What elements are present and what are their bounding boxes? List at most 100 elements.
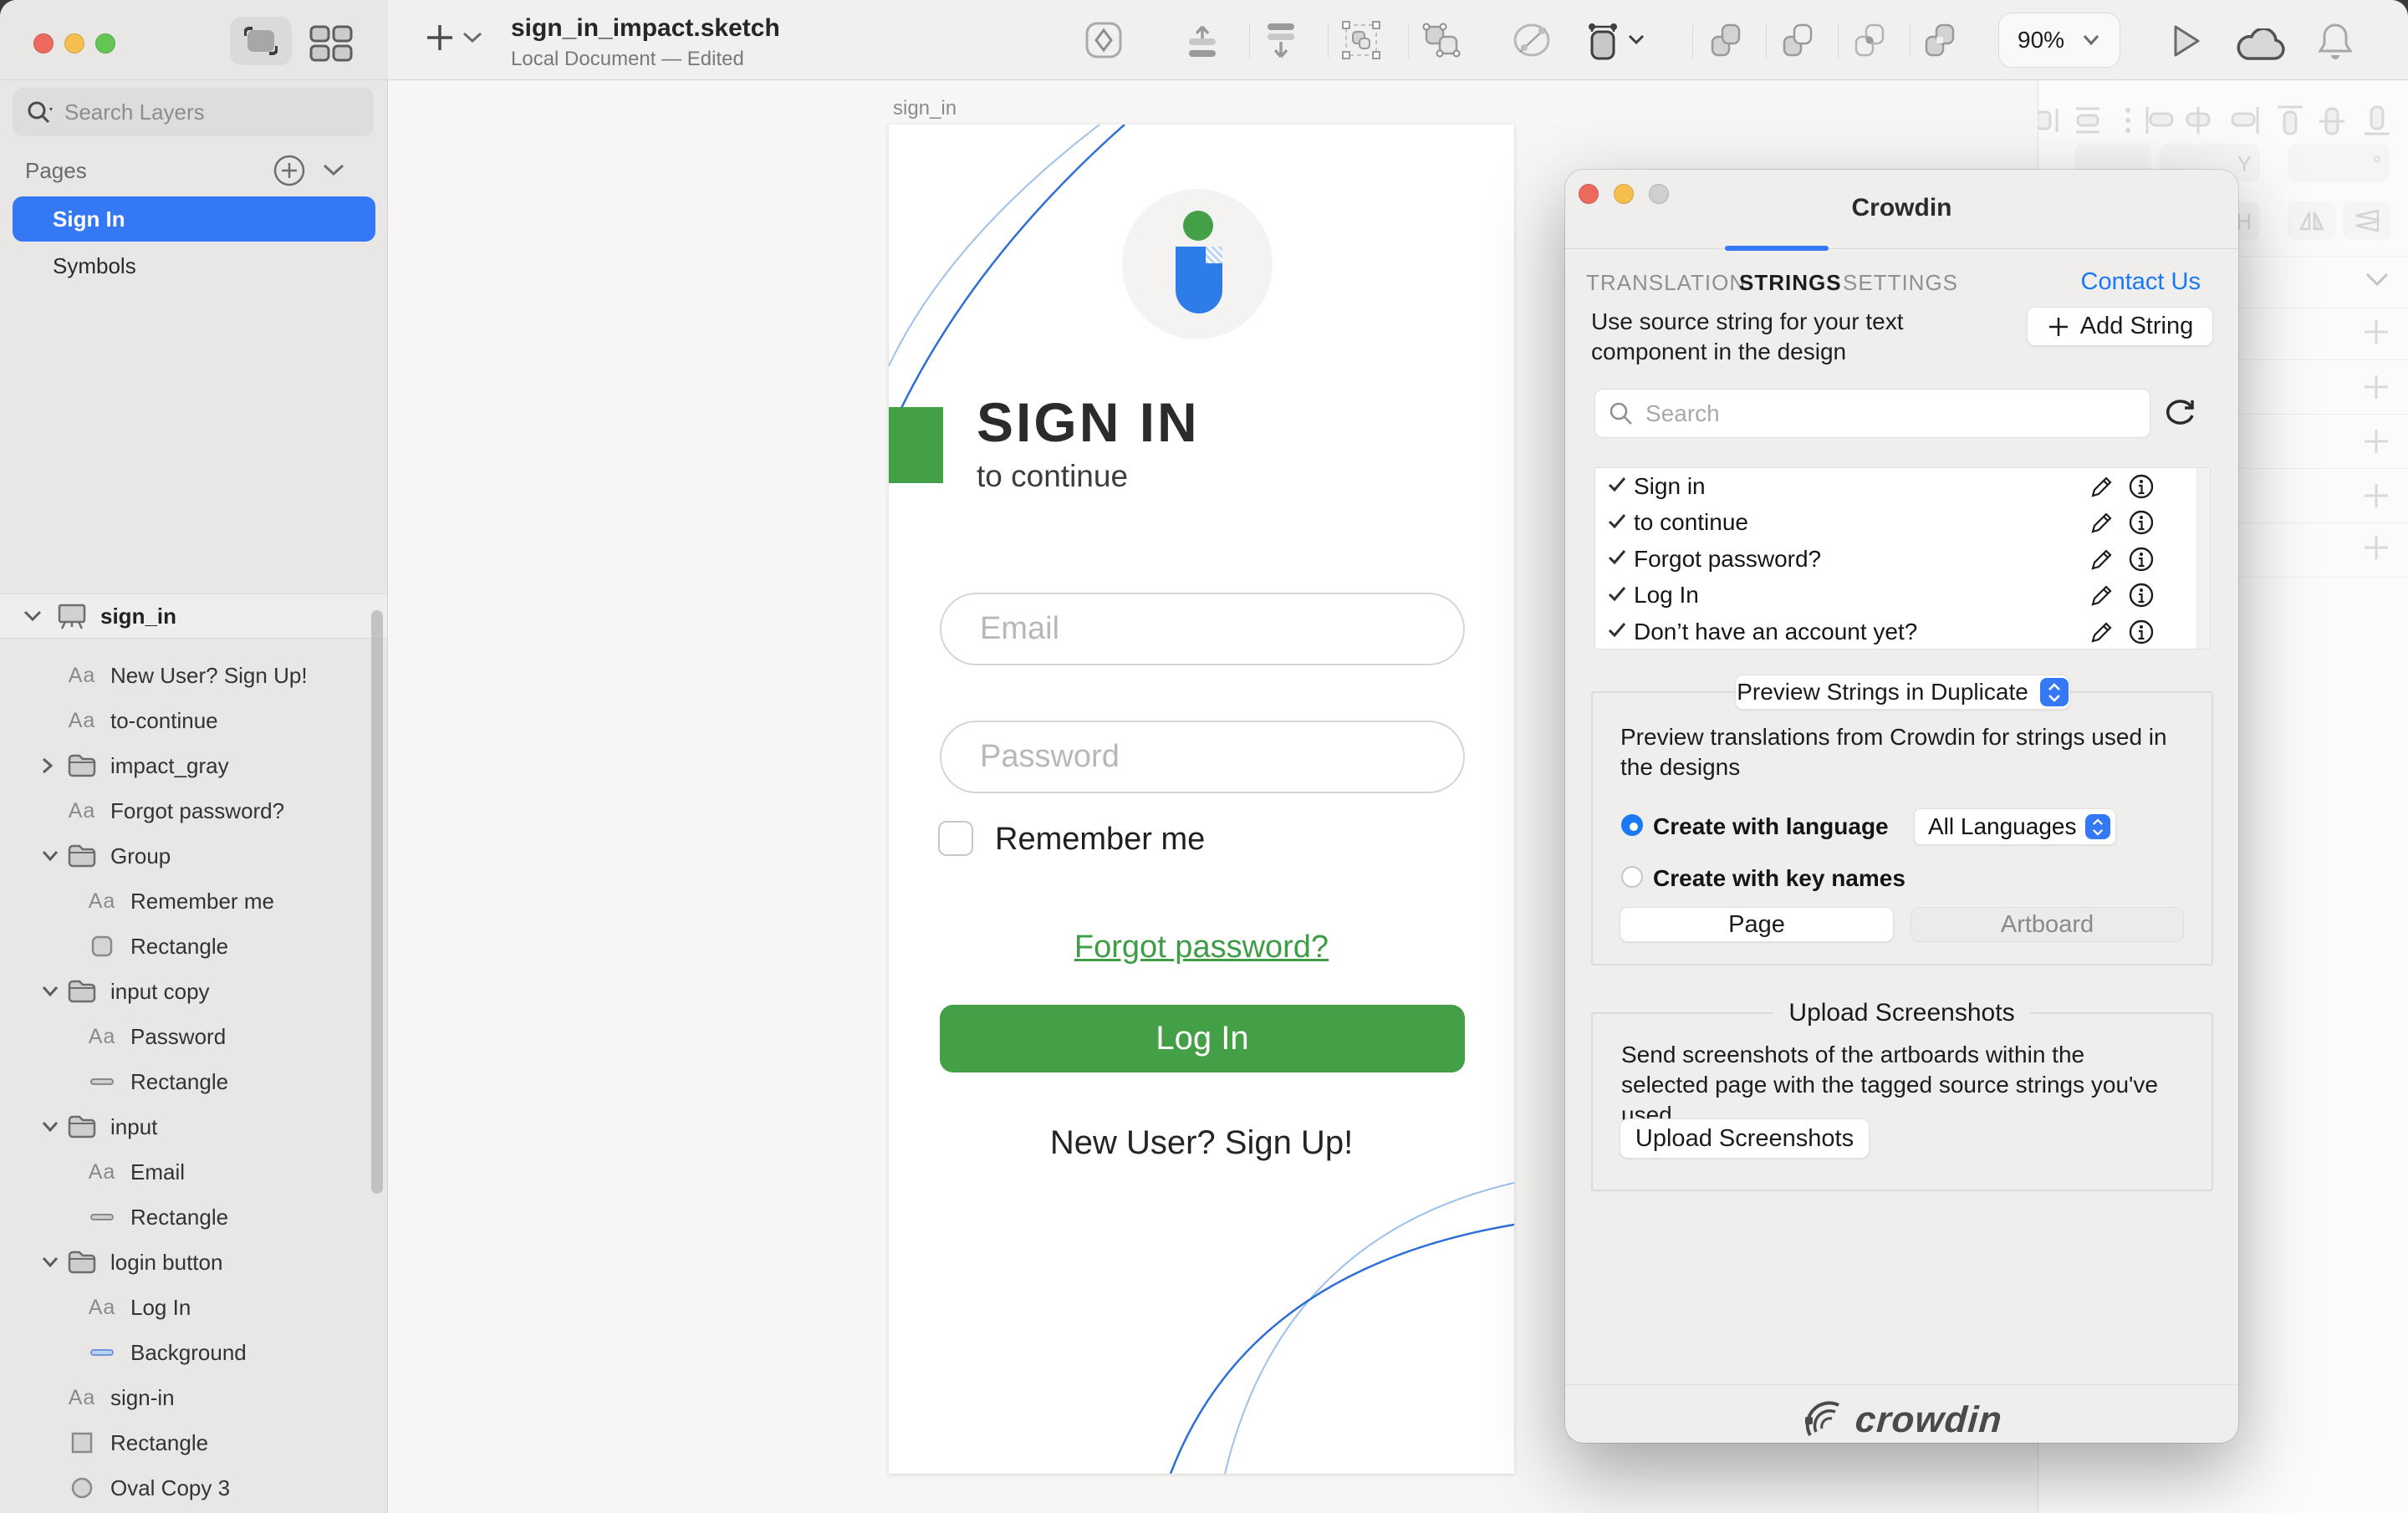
- layer-row[interactable]: AaForgot password?: [0, 788, 387, 833]
- layer-row[interactable]: AaEmail: [0, 1149, 387, 1195]
- edit-pencil-icon[interactable]: [2089, 619, 2115, 644]
- boolean-intersect-button[interactable]: [1849, 20, 1890, 60]
- artboard-root-row[interactable]: sign_in: [0, 593, 387, 639]
- close-button[interactable]: [33, 33, 54, 53]
- language-dropdown[interactable]: All Languages: [1914, 808, 2116, 845]
- boolean-difference-button[interactable]: [1920, 20, 1960, 60]
- layer-row[interactable]: Background: [0, 1330, 387, 1375]
- create-symbol-button[interactable]: [1084, 20, 1124, 60]
- send-backward-button[interactable]: [1261, 20, 1301, 60]
- sidebar-page-symbols[interactable]: Symbols: [13, 243, 375, 288]
- notifications-button[interactable]: [2318, 22, 2353, 62]
- minimize-button[interactable]: [64, 33, 84, 53]
- strings-search-field[interactable]: [1594, 389, 2150, 438]
- tab-translation[interactable]: TRANSLATION: [1586, 270, 1746, 296]
- alignment-toolbar[interactable]: [2038, 102, 2408, 139]
- layer-row[interactable]: login button: [0, 1240, 387, 1285]
- grid-view-button[interactable]: [309, 25, 353, 66]
- layer-row[interactable]: Rectangle: [0, 1420, 387, 1465]
- inspector-add-button[interactable]: [2361, 317, 2391, 347]
- edit-shape-button[interactable]: [1510, 20, 1553, 60]
- inspector-add-button[interactable]: [2361, 426, 2391, 456]
- group-button[interactable]: [1339, 20, 1383, 60]
- sidebar-scrollbar[interactable]: [371, 610, 383, 1194]
- cloud-sync-button[interactable]: [2234, 28, 2288, 62]
- heading-accent-block[interactable]: [889, 407, 943, 483]
- log-in-button[interactable]: Log In: [940, 1005, 1465, 1072]
- insert-button[interactable]: [422, 20, 457, 55]
- search-layers-input[interactable]: [63, 99, 339, 126]
- tab-strings[interactable]: STRINGS: [1739, 270, 1842, 296]
- layer-row[interactable]: AaLog In: [0, 1285, 387, 1330]
- flip-horizontal-button[interactable]: [2288, 201, 2336, 240]
- layer-row[interactable]: Oval Copy 3: [0, 1465, 387, 1510]
- inspector-add-button[interactable]: [2361, 481, 2391, 511]
- chevron-down-icon[interactable]: [22, 608, 43, 624]
- edit-pencil-icon[interactable]: [2089, 583, 2115, 608]
- layer-row[interactable]: input: [0, 1104, 387, 1149]
- boolean-subtract-button[interactable]: [1778, 20, 1818, 60]
- layer-row[interactable]: Rectangle: [0, 1059, 387, 1104]
- create-with-language-radio[interactable]: [1621, 814, 1643, 836]
- preview-button[interactable]: [2171, 23, 2202, 59]
- contact-us-link[interactable]: Contact Us: [2081, 268, 2201, 296]
- layer-row[interactable]: AaRemember me: [0, 879, 387, 924]
- section-collapse-chevron[interactable]: [2363, 271, 2391, 289]
- tab-settings[interactable]: SETTINGS: [1843, 270, 1958, 296]
- info-icon[interactable]: [2128, 582, 2155, 609]
- design-subheading[interactable]: to continue: [977, 459, 1128, 494]
- sidebar-page-sign-in[interactable]: Sign In: [13, 196, 375, 242]
- add-string-button[interactable]: Add String: [2027, 307, 2213, 346]
- source-string-row[interactable]: Don’t have an account yet?: [1595, 614, 2210, 650]
- scale-button[interactable]: [1584, 20, 1622, 64]
- edit-pencil-icon[interactable]: [2089, 510, 2115, 535]
- ungroup-button[interactable]: [1420, 20, 1463, 60]
- info-icon[interactable]: [2128, 473, 2155, 500]
- page-button[interactable]: Page: [1620, 907, 1894, 942]
- add-page-button[interactable]: [271, 152, 308, 189]
- info-icon[interactable]: [2128, 546, 2155, 573]
- bring-forward-button[interactable]: [1182, 20, 1222, 60]
- source-string-row[interactable]: Sign in: [1595, 468, 2210, 505]
- preview-strings-in-duplicate-button[interactable]: Preview Strings in Duplicate: [1735, 675, 2070, 710]
- chevron-right-icon[interactable]: [40, 756, 62, 776]
- boolean-union-button[interactable]: [1706, 20, 1746, 60]
- layer-row[interactable]: Rectangle: [0, 924, 387, 969]
- artboard-button[interactable]: Artboard: [1911, 907, 2184, 942]
- create-with-language-label[interactable]: Create with language: [1653, 813, 1889, 840]
- source-string-row[interactable]: Log In: [1595, 578, 2210, 614]
- strings-search-input[interactable]: [1644, 400, 2112, 428]
- artboard-title[interactable]: sign_in: [893, 97, 957, 120]
- refresh-button[interactable]: [2161, 397, 2198, 430]
- edit-pencil-icon[interactable]: [2089, 547, 2115, 572]
- layer-row[interactable]: Aato-continue: [0, 698, 387, 743]
- design-heading[interactable]: SIGN IN: [977, 390, 1200, 454]
- zoom-level-dropdown[interactable]: 90%: [1998, 13, 2120, 68]
- forgot-password-link[interactable]: Forgot password?: [889, 930, 1514, 965]
- canvas-view-button[interactable]: [230, 17, 292, 65]
- email-field[interactable]: Email: [940, 593, 1465, 665]
- layer-row[interactable]: impact_gray: [0, 743, 387, 788]
- list-scrollbar-track[interactable]: [2196, 468, 2210, 649]
- remember-me-label[interactable]: Remember me: [995, 822, 1205, 858]
- collapse-pages-button[interactable]: [319, 160, 348, 181]
- create-with-key-names-label[interactable]: Create with key names: [1653, 865, 1905, 892]
- flip-vertical-button[interactable]: [2343, 201, 2391, 240]
- info-icon[interactable]: [2128, 509, 2155, 536]
- create-with-key-names-radio[interactable]: [1621, 866, 1643, 888]
- layer-row[interactable]: AaPassword: [0, 1014, 387, 1059]
- scale-menu-button[interactable]: [1627, 33, 1645, 47]
- source-string-row[interactable]: to continue: [1595, 505, 2210, 542]
- insert-menu-button[interactable]: [462, 30, 483, 45]
- upload-screenshots-button[interactable]: Upload Screenshots: [1620, 1118, 1870, 1159]
- artboard[interactable]: SIGN IN to continue Email Password Remem…: [889, 125, 1514, 1474]
- edit-pencil-icon[interactable]: [2089, 474, 2115, 499]
- chevron-down-icon[interactable]: [40, 1119, 62, 1134]
- remember-me-checkbox[interactable]: [938, 821, 973, 856]
- rotation-field[interactable]: °: [2288, 144, 2390, 182]
- layer-row[interactable]: Rectangle: [0, 1195, 387, 1240]
- layer-row[interactable]: input copy: [0, 969, 387, 1014]
- chevron-down-icon[interactable]: [40, 984, 62, 999]
- source-string-row[interactable]: Forgot password?: [1595, 541, 2210, 578]
- layer-row[interactable]: Aasign-in: [0, 1375, 387, 1420]
